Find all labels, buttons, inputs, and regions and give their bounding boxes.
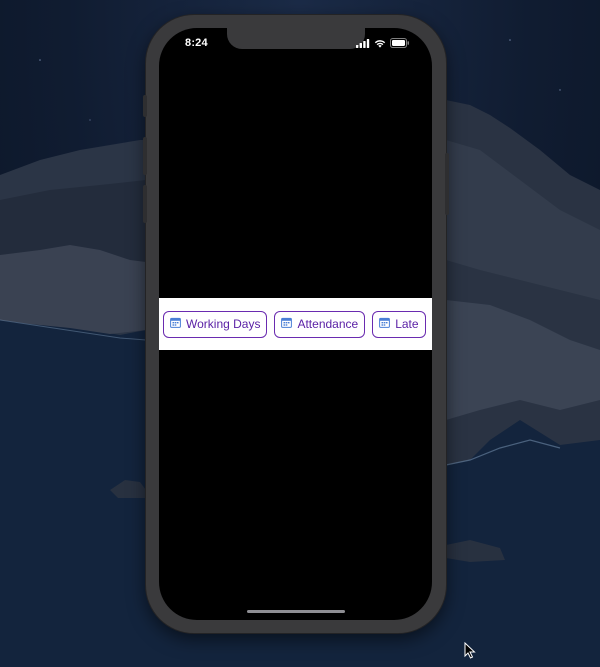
chip-label: Working Days bbox=[186, 317, 261, 331]
filter-chip-bar[interactable]: Working Days Attendance Late bbox=[159, 298, 432, 350]
power-button bbox=[445, 153, 449, 215]
chip-label: Late bbox=[395, 317, 419, 331]
battery-icon bbox=[390, 38, 410, 48]
status-time: 8:24 bbox=[185, 37, 208, 49]
chip-attendance[interactable]: Attendance bbox=[274, 310, 366, 338]
calendar-icon bbox=[170, 315, 181, 333]
chip-working-days[interactable]: Working Days bbox=[163, 310, 268, 338]
calendar-icon bbox=[281, 315, 293, 333]
signal-icon bbox=[356, 38, 370, 48]
home-indicator[interactable] bbox=[247, 610, 345, 613]
chip-label: Attendance bbox=[297, 317, 359, 331]
status-icons bbox=[356, 38, 410, 48]
volume-up-button bbox=[143, 137, 147, 175]
volume-down-button bbox=[143, 185, 147, 223]
silent-switch bbox=[143, 95, 147, 117]
wifi-icon bbox=[374, 39, 386, 48]
calendar-icon bbox=[379, 315, 391, 333]
mouse-pointer-icon bbox=[464, 641, 476, 664]
chip-late[interactable]: Late bbox=[372, 310, 426, 338]
phone-screen: 8:24 Working Days Attendance Late bbox=[159, 28, 432, 620]
notch bbox=[227, 28, 365, 49]
phone-frame: 8:24 Working Days Attendance Late bbox=[143, 15, 449, 633]
